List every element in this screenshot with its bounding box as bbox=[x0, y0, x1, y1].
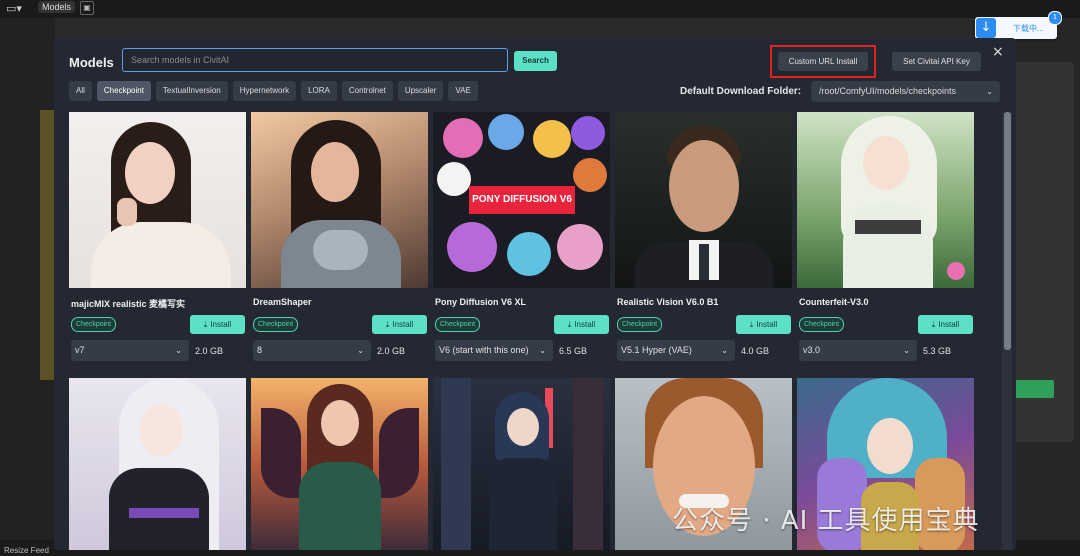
save-icon[interactable]: ▣ bbox=[80, 1, 94, 15]
highlight-box bbox=[770, 45, 876, 78]
download-count-badge: 1 bbox=[1048, 11, 1062, 25]
chevron-down-icon: ⌄ bbox=[903, 346, 910, 355]
install-label: Install bbox=[210, 320, 232, 329]
install-label: Install bbox=[756, 320, 778, 329]
tab-upscaler[interactable]: Upscaler bbox=[397, 81, 444, 101]
version-value: V6 (start with this one) bbox=[439, 345, 529, 355]
model-type-badge: Checkpoint bbox=[617, 317, 663, 332]
set-civitai-api-key-button[interactable]: Set Civitai API Key bbox=[892, 52, 981, 71]
download-arrow-icon: ↓ bbox=[976, 18, 996, 38]
model-card[interactable]: DreamShaper Checkpoint ⤓ Install 8 ⌄ 2.0 G… bbox=[251, 112, 428, 361]
model-type-badge: Checkpoint bbox=[71, 317, 117, 332]
model-thumbnail[interactable] bbox=[251, 112, 428, 288]
folder-menu-icon[interactable]: ▭▾ bbox=[6, 2, 22, 15]
version-select[interactable]: v3.0 ⌄ bbox=[799, 340, 917, 361]
download-status-button[interactable]: ↓ 下载中... bbox=[975, 17, 1057, 39]
download-icon: ⤓ bbox=[567, 320, 572, 329]
download-icon: ⤓ bbox=[385, 320, 390, 329]
install-label: Install bbox=[938, 320, 960, 329]
version-select[interactable]: v7 ⌄ bbox=[71, 340, 189, 361]
model-card[interactable] bbox=[69, 378, 246, 550]
models-modal: Models Search Custom URL Install Set Civ… bbox=[54, 38, 1016, 550]
chevron-down-icon: ⌄ bbox=[986, 87, 993, 96]
chevron-down-icon: ⌄ bbox=[539, 346, 546, 355]
version-select[interactable]: V5.1 Hyper (VAE) ⌄ bbox=[617, 340, 735, 361]
version-select[interactable]: 8 ⌄ bbox=[253, 340, 371, 361]
resize-feed-label[interactable]: Resize Feed bbox=[4, 546, 49, 555]
install-button[interactable]: ⤓ Install bbox=[918, 315, 973, 334]
model-size: 2.0 GB bbox=[195, 346, 224, 356]
install-button[interactable]: ⤓ Install bbox=[190, 315, 245, 334]
model-thumbnail[interactable] bbox=[69, 378, 246, 550]
chevron-down-icon: ⌄ bbox=[175, 346, 182, 355]
version-value: v3.0 bbox=[803, 345, 821, 355]
model-card[interactable]: Counterfeit-V3.0 Checkpoint ⤓ Install v3.… bbox=[797, 112, 974, 361]
chevron-down-icon: ⌄ bbox=[357, 346, 364, 355]
tab-checkpoint[interactable]: Checkpoint bbox=[96, 81, 151, 101]
scrollbar-thumb[interactable] bbox=[1004, 112, 1011, 350]
watermark-text: 公众号 · AI 工具使用宝典 bbox=[672, 506, 980, 536]
models-menu-button[interactable]: Models bbox=[38, 1, 76, 13]
tab-lora[interactable]: LORA bbox=[301, 81, 337, 101]
model-type-badge: Checkpoint bbox=[253, 317, 299, 332]
model-thumbnail[interactable] bbox=[797, 112, 974, 288]
version-value: V5.1 Hyper (VAE) bbox=[621, 345, 692, 355]
download-status-text: 下载中... bbox=[1013, 24, 1044, 33]
search-input[interactable] bbox=[122, 48, 508, 72]
model-name: Realistic Vision V6.0 B1 bbox=[617, 297, 719, 307]
model-card[interactable] bbox=[433, 378, 610, 550]
model-card[interactable]: Realistic Vision V6.0 B1 Checkpoint ⤓ Ins… bbox=[615, 112, 792, 361]
tab-all[interactable]: All bbox=[69, 81, 92, 101]
install-label: Install bbox=[574, 320, 596, 329]
tab-hypernetwork[interactable]: Hypernetwork bbox=[232, 81, 297, 101]
model-thumbnail[interactable]: PONY DIFFUSION V6 bbox=[433, 112, 610, 288]
model-size: 4.0 GB bbox=[741, 346, 770, 356]
download-icon: ⤓ bbox=[931, 320, 936, 329]
modal-title: Models bbox=[69, 55, 114, 70]
install-label: Install bbox=[392, 320, 414, 329]
model-type-tabs: All Checkpoint TextualInversion Hypernet… bbox=[69, 81, 478, 101]
model-type-badge: Checkpoint bbox=[799, 317, 845, 332]
download-icon: ⤓ bbox=[749, 320, 754, 329]
tab-vae[interactable]: VAE bbox=[448, 81, 478, 101]
background-green-button[interactable] bbox=[1014, 380, 1054, 398]
close-icon[interactable]: × bbox=[992, 44, 1004, 60]
default-folder-value: /root/ComfyUI/models/checkpoints bbox=[819, 86, 957, 96]
tab-controlnet[interactable]: Controlnet bbox=[341, 81, 393, 101]
model-thumbnail[interactable] bbox=[433, 378, 610, 550]
tab-textual-inversion[interactable]: TextualInversion bbox=[155, 81, 228, 101]
model-thumbnail[interactable] bbox=[615, 112, 792, 288]
background-node bbox=[40, 110, 54, 380]
model-card[interactable]: majicMIX realistic 麦橘写实 Checkpoint ⤓ Inst… bbox=[69, 112, 246, 361]
version-value: v7 bbox=[75, 345, 85, 355]
model-name: majicMIX realistic 麦橘写实 bbox=[71, 299, 186, 309]
default-folder-label: Default Download Folder: bbox=[680, 86, 802, 97]
install-button[interactable]: ⤓ Install bbox=[372, 315, 427, 334]
chevron-down-icon: ⌄ bbox=[721, 346, 728, 355]
model-name: Pony Diffusion V6 XL bbox=[435, 297, 527, 307]
search-button[interactable]: Search bbox=[514, 51, 557, 71]
model-name: Counterfeit-V3.0 bbox=[799, 297, 869, 307]
model-size: 2.0 GB bbox=[377, 346, 406, 356]
model-card[interactable] bbox=[251, 378, 428, 550]
version-select[interactable]: V6 (start with this one) ⌄ bbox=[435, 340, 553, 361]
model-type-badge: Checkpoint bbox=[435, 317, 481, 332]
model-thumbnail[interactable] bbox=[251, 378, 428, 550]
app-topbar bbox=[0, 0, 1080, 18]
default-folder-select[interactable]: /root/ComfyUI/models/checkpoints ⌄ bbox=[811, 81, 1000, 102]
install-button[interactable]: ⤓ Install bbox=[554, 315, 609, 334]
version-value: 8 bbox=[257, 345, 263, 355]
model-name: DreamShaper bbox=[253, 297, 312, 307]
model-size: 6.5 GB bbox=[559, 346, 588, 356]
model-thumbnail[interactable] bbox=[69, 112, 246, 288]
thumbnail-title: PONY DIFFUSION V6 bbox=[469, 186, 575, 214]
install-button[interactable]: ⤓ Install bbox=[736, 315, 791, 334]
download-icon: ⤓ bbox=[203, 320, 208, 329]
model-card[interactable]: PONY DIFFUSION V6 Pony Diffusion V6 XL C… bbox=[433, 112, 610, 361]
model-size: 5.3 GB bbox=[923, 346, 952, 356]
